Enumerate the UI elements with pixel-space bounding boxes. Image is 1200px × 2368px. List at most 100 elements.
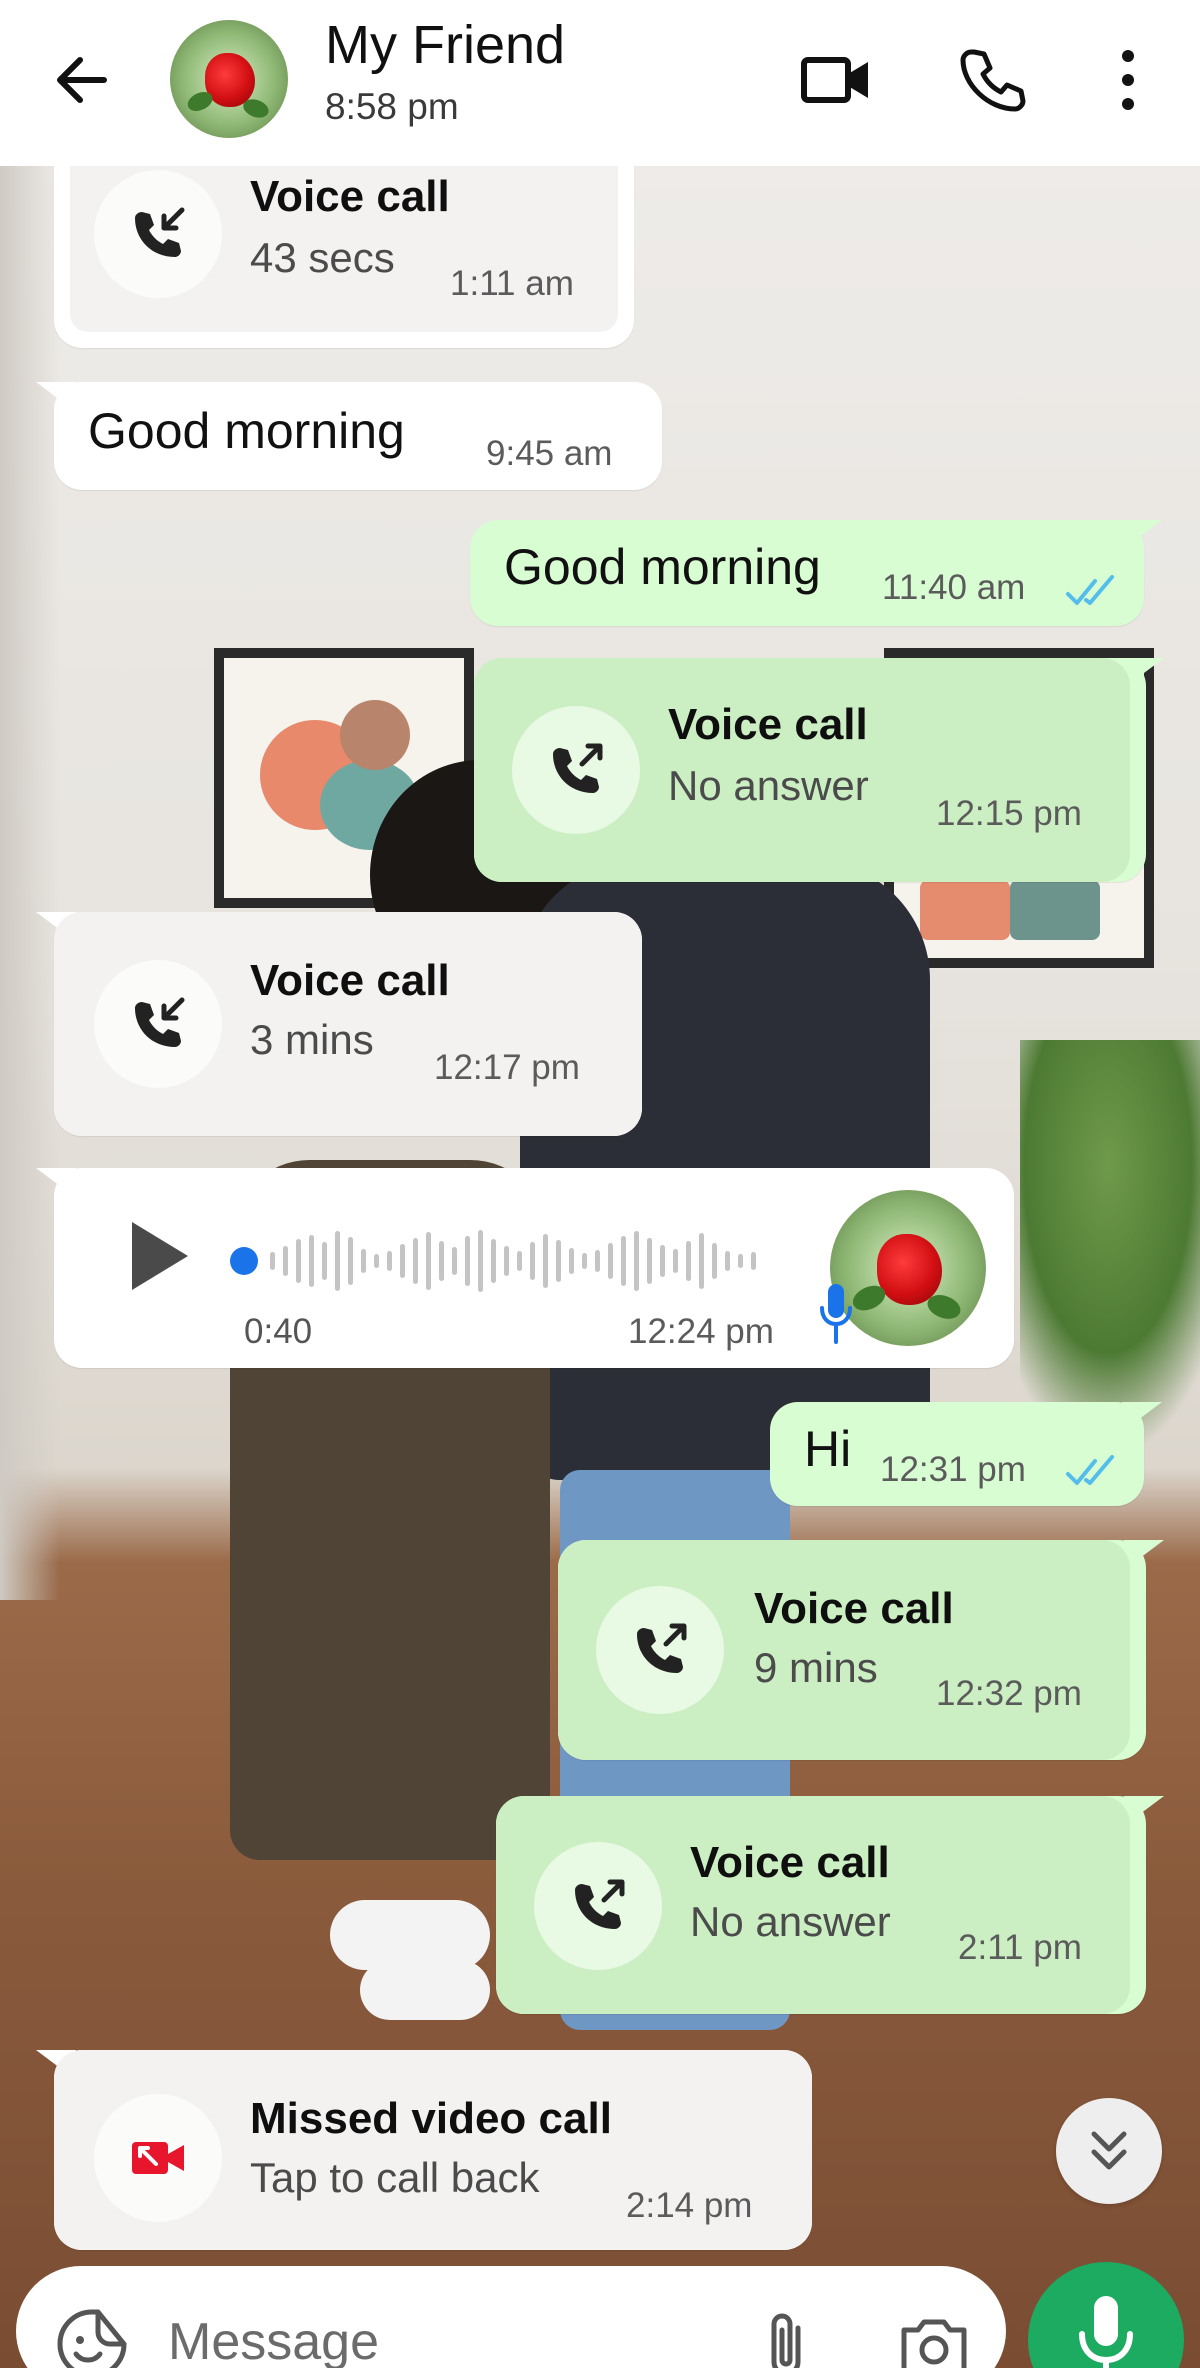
waveform-bar: [608, 1243, 613, 1279]
outgoing-call-icon: [596, 1586, 724, 1714]
message-time: 12:31 pm: [880, 1450, 1026, 1489]
play-icon[interactable]: [124, 1216, 194, 1296]
message-time: 11:40 am: [882, 568, 1026, 607]
mic-badge-icon: [816, 1280, 856, 1350]
video-call-icon[interactable]: [796, 40, 876, 120]
message-time: 12:17 pm: [434, 1048, 580, 1087]
contact-name[interactable]: My Friend: [325, 14, 565, 76]
waveform-bar: [647, 1238, 652, 1284]
more-vert-icon[interactable]: [1088, 40, 1168, 120]
waveform-bar: [478, 1230, 483, 1292]
scroll-to-bottom-button[interactable]: [1056, 2098, 1162, 2204]
double-chevron-down-icon: [1091, 2131, 1127, 2170]
call-title: Voice call: [250, 172, 450, 221]
message-call-outgoing[interactable]: Voice call 9 mins 12:32 pm: [558, 1540, 1164, 1760]
message-time: 2:14 pm: [626, 2186, 753, 2225]
read-receipt-icon: [1066, 1455, 1114, 1485]
waveform-bar: [270, 1252, 275, 1270]
message-text: Hi: [804, 1421, 852, 1477]
waveform-bar: [413, 1238, 418, 1284]
message-text: Good morning: [504, 539, 821, 595]
message-time: 2:11 pm: [958, 1928, 1082, 1967]
waveform-bar: [634, 1231, 639, 1291]
message-time: 12:32 pm: [936, 1674, 1082, 1713]
message-call-incoming[interactable]: Voice call 3 mins 12:17 pm: [36, 912, 642, 1136]
waveform-bar: [556, 1240, 561, 1282]
waveform-bar: [712, 1243, 717, 1279]
chat-header: My Friend 8:58 pm: [0, 0, 1200, 166]
message-time: 12:15 pm: [936, 794, 1082, 833]
outgoing-call-icon: [512, 706, 640, 834]
contact-avatar[interactable]: [170, 20, 288, 138]
voice-record-button[interactable]: [1028, 2262, 1184, 2368]
missed-video-call-icon: [94, 2094, 222, 2222]
waveform-bar: [400, 1244, 405, 1278]
waveform-bar: [322, 1242, 327, 1280]
call-title: Voice call: [690, 1838, 890, 1887]
incoming-call-icon: [94, 960, 222, 1088]
waveform-bar: [751, 1252, 756, 1270]
waveform-bar: [569, 1248, 574, 1274]
waveform-bar: [660, 1245, 665, 1277]
call-title: Voice call: [754, 1584, 954, 1633]
call-status: No answer: [690, 1898, 891, 1945]
waveform-bar: [699, 1233, 704, 1289]
waveform-bar: [530, 1242, 535, 1280]
voice-note-message[interactable]: 0:40 12:24 pm: [36, 1168, 1014, 1368]
back-arrow-icon[interactable]: [44, 42, 120, 118]
waveform-bar: [296, 1239, 301, 1283]
message-call-outgoing[interactable]: Voice call No answer 2:11 pm: [496, 1796, 1164, 2014]
last-seen-status: 8:58 pm: [325, 86, 459, 127]
message-call-outgoing[interactable]: Voice call No answer 12:15 pm: [474, 658, 1164, 882]
waveform-bar: [452, 1247, 457, 1275]
message-input[interactable]: Message: [168, 2312, 379, 2368]
waveform-bar: [543, 1234, 548, 1288]
waveform-bar: [374, 1254, 379, 1268]
outgoing-call-icon: [534, 1842, 662, 1970]
attach-icon[interactable]: [752, 2306, 822, 2368]
waveform-bar: [309, 1235, 314, 1287]
waveform-bar: [426, 1232, 431, 1290]
message-text-incoming[interactable]: Good morning 9:45 am: [36, 382, 662, 490]
waveform-bar: [595, 1250, 600, 1272]
waveform-bar: [491, 1239, 496, 1283]
waveform-bar: [621, 1236, 626, 1286]
call-status: Tap to call back: [250, 2154, 540, 2201]
waveform-bar: [361, 1249, 366, 1273]
message-text-outgoing[interactable]: Hi 12:31 pm: [770, 1402, 1162, 1506]
waveform-bar: [348, 1237, 353, 1285]
call-status: No answer: [668, 762, 869, 809]
call-title: Missed video call: [250, 2094, 612, 2143]
waveform-bar: [673, 1249, 678, 1273]
voice-waveform[interactable]: [230, 1226, 790, 1296]
waveform-bar: [439, 1241, 444, 1281]
call-title: Voice call: [250, 956, 450, 1005]
waveform-bar: [504, 1246, 509, 1276]
call-duration: 43 secs: [250, 234, 395, 281]
waveform-bar: [465, 1236, 470, 1286]
message-text-outgoing[interactable]: Good morning 11:40 am: [470, 520, 1162, 626]
waveform-bar: [725, 1251, 730, 1271]
mic-icon: [1079, 2296, 1133, 2368]
message-time: 9:45 am: [486, 434, 613, 473]
waveform-bar: [582, 1253, 587, 1269]
message-time: 1:11 am: [450, 264, 574, 303]
message-missed-video-call[interactable]: Missed video call Tap to call back 2:14 …: [36, 2050, 812, 2250]
waveform-bar: [517, 1251, 522, 1271]
read-receipt-icon: [1066, 575, 1114, 605]
sticker-icon[interactable]: [54, 2306, 130, 2368]
waveform-bar: [686, 1241, 691, 1281]
phone-icon[interactable]: [952, 40, 1032, 120]
message-time: 12:24 pm: [628, 1312, 774, 1351]
camera-icon[interactable]: [894, 2306, 974, 2368]
waveform-bar: [283, 1246, 288, 1276]
call-title: Voice call: [668, 700, 868, 749]
waveform-bar: [335, 1231, 340, 1291]
call-duration: 3 mins: [250, 1016, 374, 1063]
message-composer[interactable]: Message: [16, 2266, 1006, 2368]
message-text: Good morning: [88, 403, 405, 459]
voice-duration: 0:40: [244, 1312, 313, 1351]
waveform-bar: [387, 1251, 392, 1271]
incoming-call-icon: [94, 170, 222, 298]
call-duration: 9 mins: [754, 1644, 878, 1691]
